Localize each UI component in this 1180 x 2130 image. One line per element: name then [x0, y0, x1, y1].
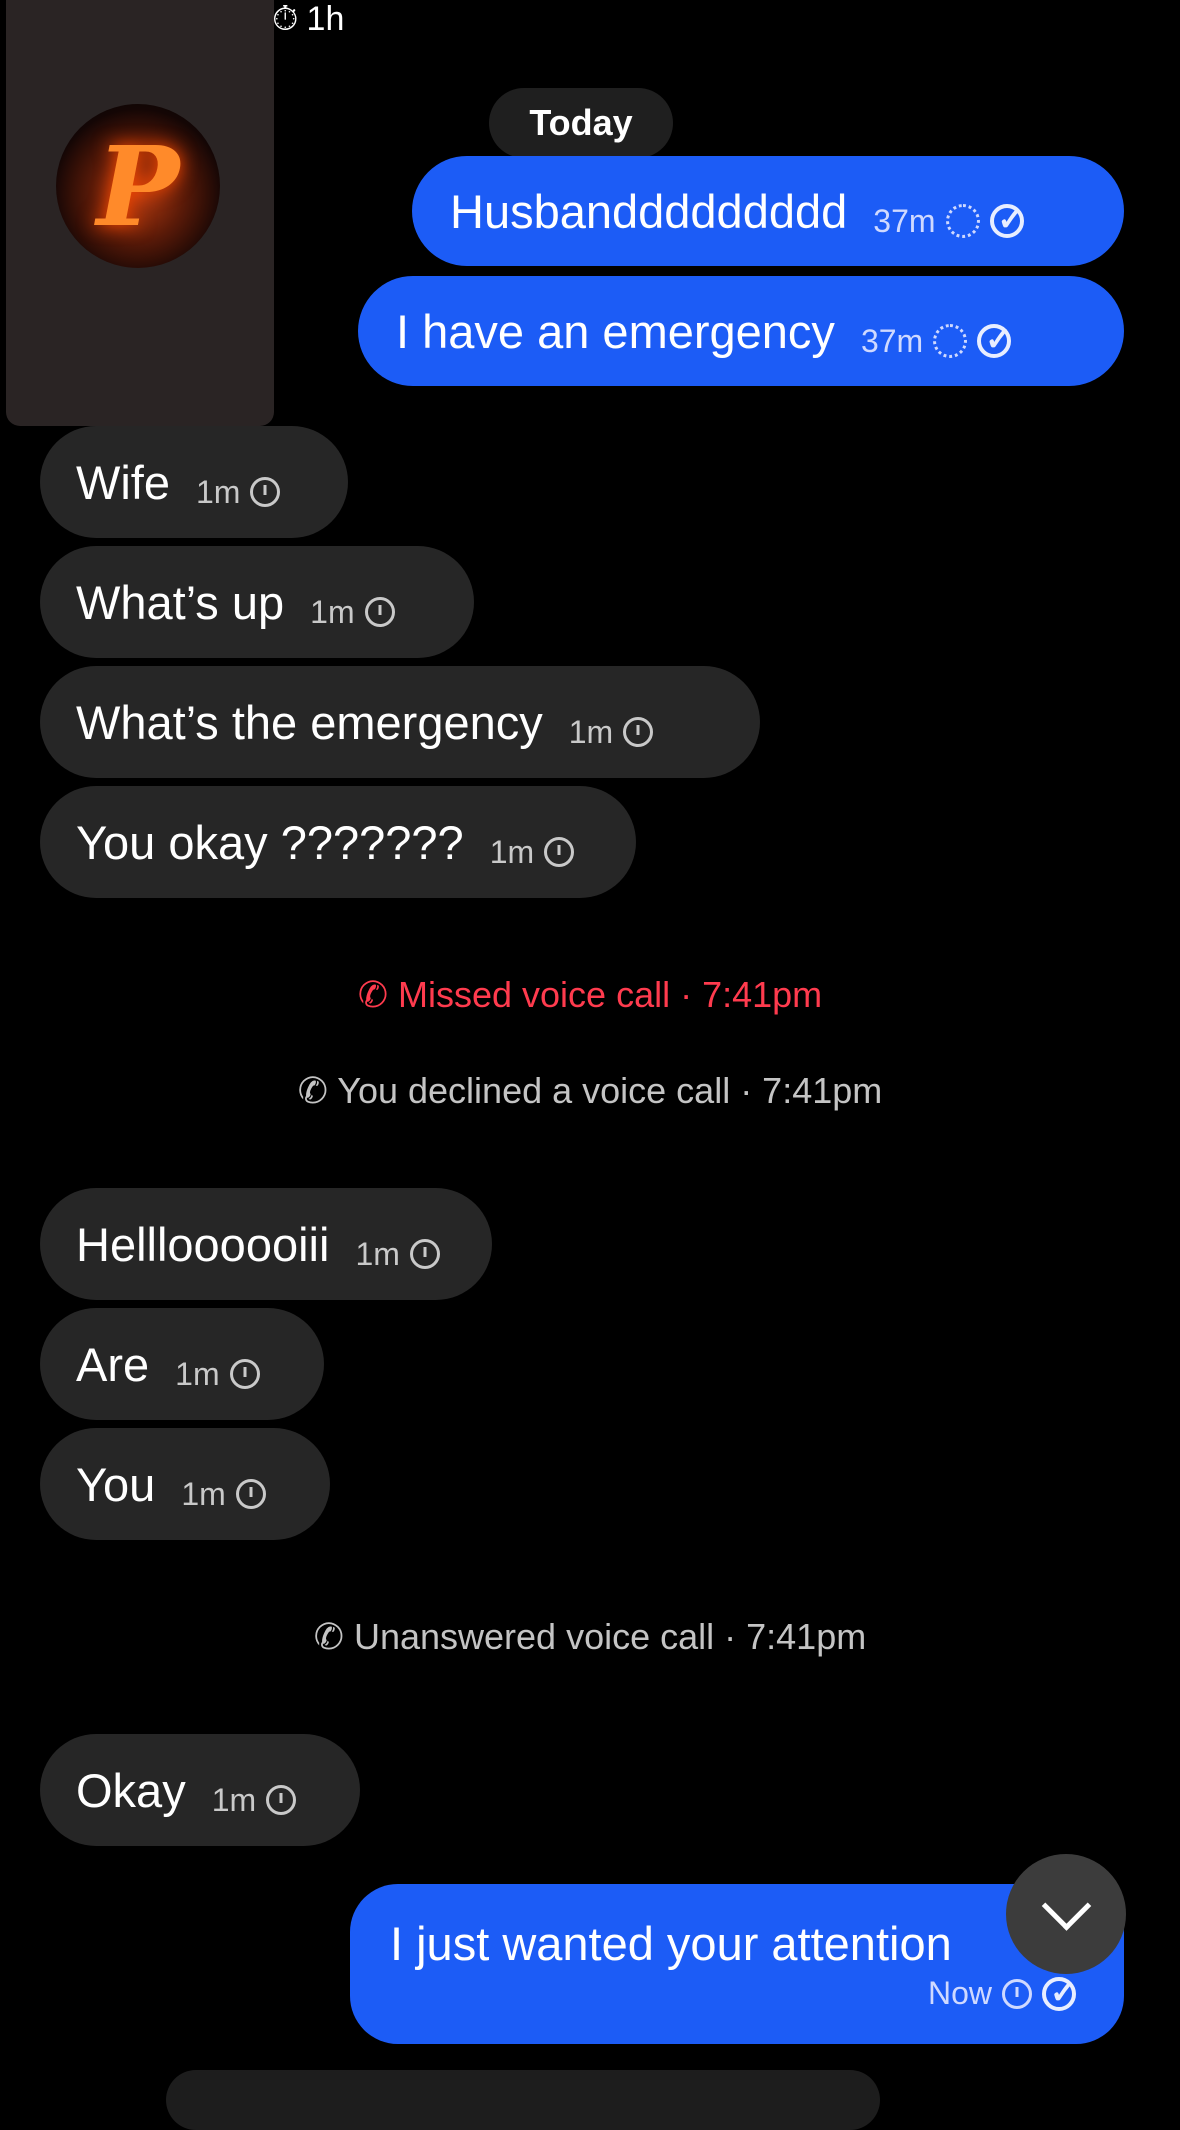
message-meta: Now	[927, 1973, 1084, 2012]
message-meta: 37m	[873, 200, 1032, 240]
declined-call-notice[interactable]: ✆ You declined a voice call · 7:41pm	[0, 1070, 1180, 1112]
phone-icon: ✆	[297, 1070, 338, 1111]
sent-message[interactable]: I have an emergency 37m	[358, 276, 1124, 386]
seen-icon	[1042, 1973, 1084, 2011]
message-meta: 1m	[211, 1781, 297, 1819]
date-separator: Today	[489, 88, 673, 158]
timer-label: 1h	[306, 0, 345, 38]
message-meta: 1m	[355, 1235, 440, 1273]
message-time: 1m	[181, 1475, 226, 1512]
message-text: Hellloooooiii	[76, 1217, 330, 1271]
unanswered-call-notice[interactable]: ✆ Unanswered voice call · 7:41pm	[0, 1616, 1180, 1658]
received-message[interactable]: What’s the emergency 1m	[40, 666, 760, 778]
clock-icon	[250, 477, 281, 507]
message-meta: 1m	[196, 473, 281, 511]
received-message[interactable]: Wife 1m	[40, 426, 348, 538]
message-meta: 1m	[310, 593, 395, 631]
contact-avatar[interactable]: P	[56, 104, 220, 268]
message-text: You	[76, 1457, 156, 1511]
received-message[interactable]: You okay ??????? 1m	[40, 786, 636, 898]
call-text: Missed voice call · 7:41pm	[398, 974, 823, 1015]
clock-icon	[266, 1785, 297, 1815]
message-text: What’s up	[76, 575, 285, 629]
message-time: 1m	[355, 1235, 400, 1272]
message-meta: 37m	[860, 320, 1019, 360]
message-text: Wife	[76, 455, 170, 509]
clock-icon	[364, 597, 395, 627]
message-time: 1m	[175, 1355, 220, 1392]
message-meta: 1m	[181, 1475, 266, 1513]
message-composer[interactable]	[166, 2070, 880, 2130]
phone-icon: ✆	[357, 974, 398, 1015]
clock-icon	[1002, 1978, 1032, 2009]
message-time: Now	[927, 1975, 992, 2011]
message-time: 1m	[310, 593, 355, 630]
seen-icon	[989, 200, 1032, 238]
message-time: 37m	[873, 202, 936, 239]
sent-message[interactable]: Husbanddddddddd 37m	[412, 156, 1124, 266]
received-message[interactable]: Hellloooooiii 1m	[40, 1188, 492, 1300]
message-text: I have an emergency	[396, 304, 835, 358]
message-text: I just wanted your attention	[390, 1917, 952, 1970]
clock-icon	[623, 717, 654, 747]
message-meta: 1m	[175, 1355, 260, 1393]
message-time: 1m	[568, 713, 614, 750]
clock-icon	[544, 837, 575, 867]
phone-icon: ✆	[313, 1616, 354, 1657]
clock-icon	[409, 1239, 440, 1269]
avatar-flame-logo: P	[96, 121, 180, 251]
received-message[interactable]: You 1m	[40, 1428, 330, 1540]
message-text: Are	[76, 1337, 150, 1391]
pending-icon	[933, 324, 968, 358]
message-meta: 1m	[568, 713, 654, 751]
scroll-to-bottom-button[interactable]	[1006, 1854, 1126, 1974]
received-message[interactable]: Are 1m	[40, 1308, 324, 1420]
received-message[interactable]: Okay 1m	[40, 1734, 360, 1846]
message-time: 1m	[211, 1781, 257, 1818]
message-meta: 1m	[489, 833, 575, 871]
call-text: Unanswered voice call · 7:41pm	[353, 1616, 867, 1657]
received-message[interactable]: What’s up 1m	[40, 546, 474, 658]
disappearing-timer[interactable]: ⏱ 1h	[272, 0, 344, 39]
message-time: 1m	[489, 833, 535, 870]
message-time: 1m	[196, 473, 241, 510]
message-text: What’s the emergency	[76, 695, 543, 749]
message-text: You okay ???????	[76, 815, 464, 869]
message-text: Husbanddddddddd	[450, 184, 848, 238]
message-time: 37m	[860, 322, 924, 359]
seen-icon	[977, 320, 1019, 358]
message-text: Okay	[76, 1763, 186, 1817]
clock-icon	[235, 1479, 266, 1509]
missed-call-notice[interactable]: ✆ Missed voice call · 7:41pm	[0, 974, 1180, 1016]
clock-icon	[229, 1359, 260, 1389]
timer-icon: ⏱	[272, 0, 299, 38]
chevron-down-icon	[1041, 1880, 1091, 1931]
pending-icon	[945, 204, 980, 238]
call-text: You declined a voice call · 7:41pm	[337, 1070, 883, 1111]
